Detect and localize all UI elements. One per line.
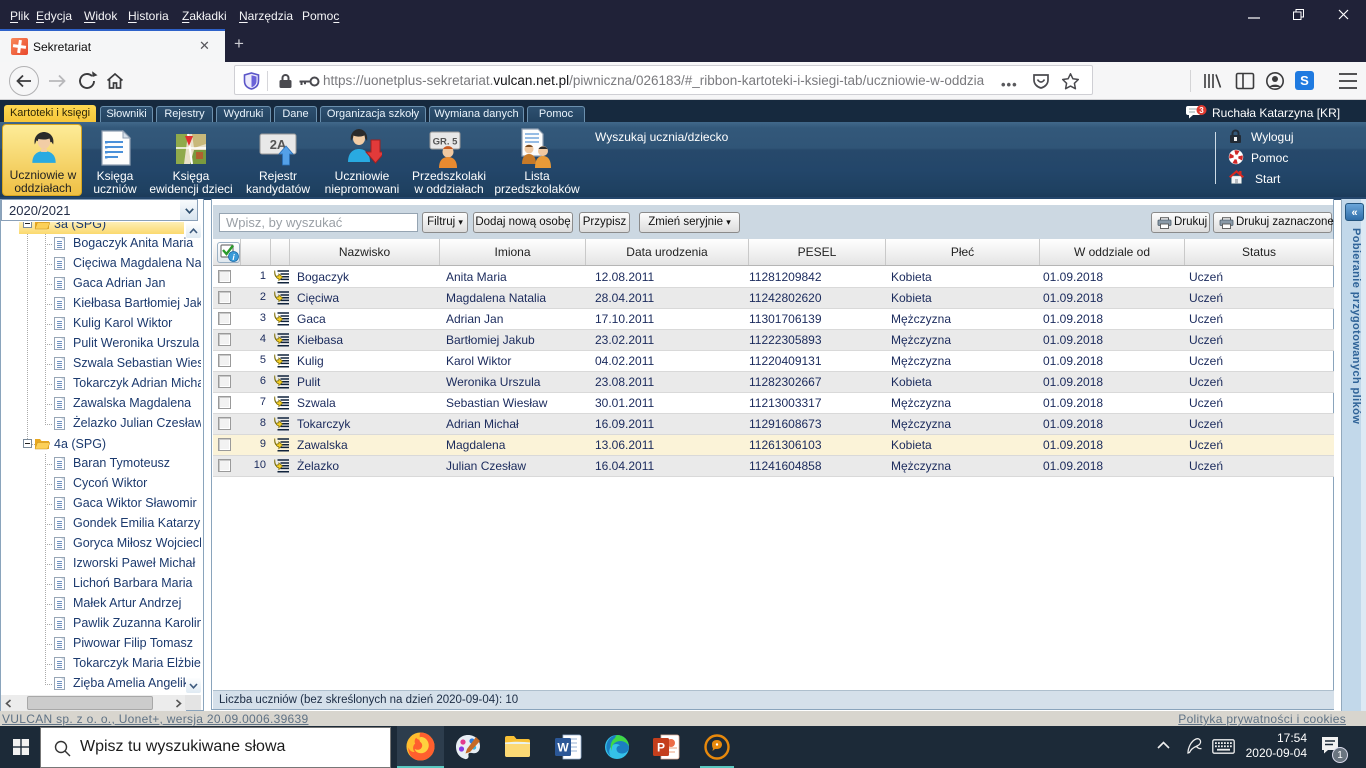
svg-text:GR. 5: GR. 5: [433, 137, 459, 148]
svg-text:W: W: [557, 741, 569, 755]
svg-text:3: 3: [1199, 106, 1204, 115]
svg-text:P: P: [657, 741, 665, 755]
